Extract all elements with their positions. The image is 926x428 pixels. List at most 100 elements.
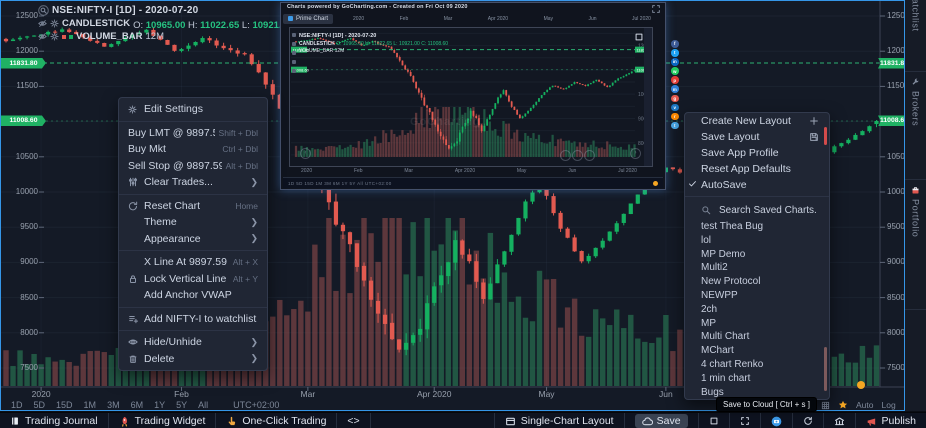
share-facebook-icon[interactable]: f (671, 40, 679, 48)
menu-item-create-new-layout[interactable]: Create New Layout (685, 113, 829, 129)
share-pinterest-icon[interactable]: p (671, 76, 679, 84)
menu-item-sell-stop-9897-59[interactable]: Sell Stop @ 9897.59Alt + Dbl (119, 158, 267, 175)
menu-item-save-layout[interactable]: Save Layout (685, 129, 829, 145)
star-icon[interactable] (838, 400, 848, 410)
menu-item-appearance[interactable]: Appearance❯ (119, 231, 267, 248)
toolbar-publish[interactable]: Publish (855, 413, 926, 428)
scrollbar-thumb[interactable] (824, 127, 827, 145)
menu-item-reset-chart[interactable]: Reset ChartHome (119, 198, 267, 215)
range-15d[interactable]: 15D (56, 400, 73, 410)
saved-chart-lol[interactable]: lol (685, 234, 829, 248)
toolbar-camera-icon[interactable] (760, 413, 792, 428)
menu-item-clear-trades[interactable]: Clear Trades...❯ (119, 174, 267, 191)
saved-chart-multi-chart[interactable]: Multi Chart (685, 330, 829, 344)
menu-item-autosave[interactable]: AutoSave (685, 177, 829, 193)
price-tick-label: 9500 (2, 223, 38, 231)
saved-chart-mp[interactable]: MP (685, 317, 829, 331)
toolbar-trading-widget[interactable]: Trading Widget (109, 413, 217, 428)
range-1y[interactable]: 1Y (154, 400, 165, 410)
toolbar-[interactable]: <> (337, 413, 370, 428)
sidebar-tab-watchlist[interactable]: Watchlist (905, 0, 926, 72)
share-twitter-icon[interactable]: t (671, 49, 679, 57)
eye-off-icon[interactable] (38, 32, 47, 41)
toolbar-square-icon[interactable] (698, 413, 729, 428)
popup-title: Charts powered by GoCharting.com - Creat… (287, 4, 468, 10)
share-google-plus-icon[interactable]: g (671, 95, 679, 103)
scroll-right-icon[interactable]: › (630, 148, 641, 159)
volume-up-chip (69, 35, 73, 39)
share-whatsapp-icon[interactable]: w (671, 67, 679, 75)
menu-shortcut: Home (235, 201, 258, 211)
menu-item-edit-settings[interactable]: Edit Settings (119, 101, 267, 118)
search-circle-icon[interactable] (38, 5, 49, 16)
month-label: Feb (400, 16, 409, 22)
menu-group: X Line At 9897.59Alt + XLock Vertical Li… (119, 251, 267, 308)
toolbar-trading-journal[interactable]: Trading Journal (0, 413, 109, 428)
saved-chart-new-protocol[interactable]: New Protocol (685, 275, 829, 289)
timezone-label[interactable]: UTC+02:00 (233, 400, 279, 410)
range-1m[interactable]: 1M (84, 400, 97, 410)
menu-item-buy-mkt[interactable]: Buy MktCtrl + Dbl (119, 141, 267, 158)
share-reddit-icon[interactable]: r (671, 113, 679, 121)
toolbar-single-chart-layout[interactable]: Single-Chart Layout (494, 413, 624, 428)
saved-chart-newpp[interactable]: NEWPP (685, 289, 829, 303)
saved-chart-4-chart-renko[interactable]: 4 chart Renko (685, 358, 829, 372)
saved-chart-multi2[interactable]: Multi2 (685, 261, 829, 275)
menu-item-theme[interactable]: Theme❯ (119, 214, 267, 231)
toolbar-maximize-icon[interactable] (729, 413, 760, 428)
share-buttons: ftinwpmgvrt (671, 40, 683, 129)
share-messenger-icon[interactable]: m (671, 85, 679, 93)
saved-chart-test-thea-bug[interactable]: test Thea Bug (685, 220, 829, 234)
volume-series-name: VOLUME_BAR (76, 31, 143, 42)
scrollbar-thumb[interactable] (824, 347, 827, 391)
toolbar-one-click-trading[interactable]: One-Click Trading (216, 413, 337, 428)
menu-item-reset-app-defaults[interactable]: Reset App Defaults (685, 161, 829, 177)
saved-chart-mp-demo[interactable]: MP Demo (685, 248, 829, 262)
toolbar-refresh-icon[interactable] (792, 413, 823, 428)
gear-icon[interactable] (50, 32, 59, 41)
tab-label: Prime Chart (296, 16, 328, 22)
range-5d[interactable]: 5D (34, 400, 46, 410)
range-3m[interactable]: 3M (107, 400, 120, 410)
month-label: May (544, 16, 553, 22)
menu-group: Hide/Unhide❯Delete❯ (119, 331, 267, 370)
log-scale-toggle[interactable]: Log (882, 400, 896, 410)
menu-item-lock-vertical-line[interactable]: Lock Vertical LineAlt + Y (119, 271, 267, 288)
auto-scale-toggle[interactable]: Auto (856, 400, 874, 410)
menu-item-save-app-profile[interactable]: Save App Profile (685, 145, 829, 161)
menu-item-delete[interactable]: Delete❯ (119, 351, 267, 368)
scroll-left-icon[interactable]: ‹ (300, 148, 311, 159)
saved-chart-mchart[interactable]: MChart (685, 344, 829, 358)
range-all[interactable]: All (198, 400, 208, 410)
toolbar-save[interactable]: Save (624, 413, 698, 428)
menu-item-x-line-at-9897-59[interactable]: X Line At 9897.59Alt + X (119, 254, 267, 271)
eye-off-icon[interactable] (38, 19, 47, 28)
month-label: Jun (588, 16, 596, 22)
menu-item-add-anchor-vwap[interactable]: Add Anchor VWAP (119, 287, 267, 304)
toolbar-bank-icon[interactable] (823, 413, 855, 428)
range-5y[interactable]: 5Y (176, 400, 187, 410)
trash-icon (128, 354, 144, 364)
menu-item-hide-unhide[interactable]: Hide/Unhide❯ (119, 334, 267, 351)
menu-item-add-nifty-i-to-watchlist[interactable]: Add NIFTY-I to watchlist (119, 311, 267, 328)
gear-icon[interactable] (50, 19, 59, 28)
sidebar-tab-brokers[interactable]: Brokers (905, 72, 926, 180)
grid-icon[interactable] (821, 401, 830, 410)
tab-prime-chart[interactable]: Prime Chart (283, 14, 333, 24)
camera-icon[interactable] (634, 32, 644, 42)
time-tick-label: Apr 2020 (417, 389, 452, 399)
share-vk-icon[interactable]: v (671, 104, 679, 112)
saved-chart-2ch[interactable]: 2ch (685, 303, 829, 317)
menu-item-buy-lmt-9897-59[interactable]: Buy LMT @ 9897.59Shift + Dbl (119, 125, 267, 142)
saved-chart-1-min-chart[interactable]: 1 min chart (685, 372, 829, 386)
saved-charts-search[interactable]: Search Saved Charts. (685, 200, 829, 220)
chart-preview-popup[interactable]: Charts powered by GoCharting.com - Creat… (280, 2, 666, 190)
share-linkedin-icon[interactable]: in (671, 58, 679, 66)
menu-item-label: Buy LMT @ 9897.59 (128, 127, 215, 139)
range-1d[interactable]: 1D (11, 400, 23, 410)
menu-group: Reset ChartHomeTheme❯Appearance❯ (119, 195, 267, 252)
sidebar-tab-portfolio[interactable]: Portfolio (905, 180, 926, 310)
time-tick-label: May (539, 389, 555, 399)
range-6m[interactable]: 6M (131, 400, 144, 410)
share-telegram-icon[interactable]: t (671, 122, 679, 130)
